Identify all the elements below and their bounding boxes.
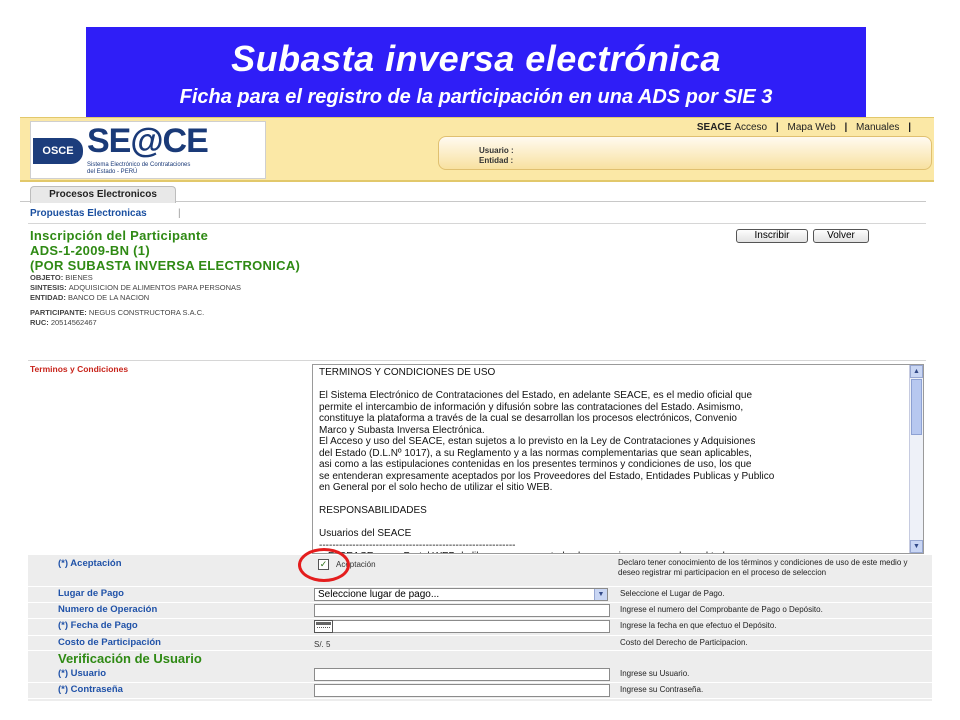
divider: [28, 223, 926, 224]
entidad-label: Entidad :: [479, 156, 514, 165]
user-info-box: Usuario : Entidad :: [438, 136, 932, 170]
process-type: (POR SUBASTA INVERSA ELECTRONICA): [30, 258, 301, 273]
terms-textarea[interactable]: TERMINOS Y CONDICIONES DE USO El Sistema…: [312, 364, 924, 554]
fecha-pago-input[interactable]: [314, 620, 610, 633]
terms-scrollbar[interactable]: ▲ ▼: [909, 365, 923, 553]
aceptacion-help: Declaro tener conocimiento de los términ…: [618, 558, 908, 577]
costo-value: S/. 5: [314, 640, 331, 649]
lugar-pago-select[interactable]: Seleccione lugar de pago... ▼: [314, 588, 608, 601]
aceptacion-label: (*) Aceptación: [58, 558, 122, 569]
lugar-pago-label: Lugar de Pago: [58, 588, 124, 599]
sintesis-line: SINTESIS: ADQUISICION DE ALIMENTOS PARA …: [30, 283, 242, 292]
scroll-down-icon[interactable]: ▼: [910, 540, 923, 553]
numero-operacion-help: Ingrese el numero del Comprobante de Pag…: [620, 605, 823, 614]
tab-procesos-electronicos[interactable]: Procesos Electronicos: [30, 186, 176, 203]
link-separator: |: [775, 122, 779, 133]
usuario-label: Usuario :: [479, 146, 514, 155]
slide-subtitle: Ficha para el registro de la participaci…: [179, 86, 773, 108]
link-separator: |: [908, 122, 911, 133]
ruc-line: RUC: 20514562467: [30, 318, 97, 327]
row-contrasena: (*) Contraseña Ingrese su Contraseña.: [28, 683, 932, 699]
fecha-pago-label: (*) Fecha de Pago: [58, 620, 138, 631]
row-lugar-pago: Lugar de Pago Seleccione lugar de pago..…: [28, 587, 932, 603]
highlight-circle: [298, 548, 350, 582]
seace-logo-caption: Sistema Electrónico de Contrataciones de…: [87, 162, 191, 175]
row-usuario: (*) Usuario Ingrese su Usuario.: [28, 667, 932, 683]
link-separator: |: [844, 122, 848, 133]
fecha-pago-help: Ingrese la fecha en que efectuo el Depós…: [620, 621, 777, 630]
row-numero-operacion: Numero de Operación Ingrese el numero de…: [28, 603, 932, 619]
numero-operacion-label: Numero de Operación: [58, 604, 158, 615]
row-costo: Costo de Participación Costo del Derecho…: [28, 636, 932, 651]
participante-line: PARTICIPANTE: NEGUS CONSTRUCTORA S.A.C.: [30, 308, 205, 317]
subnav-propuestas-electronicas[interactable]: Propuestas Electronicas: [30, 208, 147, 219]
slide: Subasta inversa electrónica Ficha para e…: [0, 0, 960, 720]
process-code: ADS-1-2009-BN (1): [30, 243, 150, 258]
top-links: SEACE Acceso | Mapa Web | Manuales |: [694, 122, 914, 133]
contrasena-label: (*) Contraseña: [58, 684, 123, 695]
chevron-down-icon[interactable]: ▼: [594, 589, 607, 600]
verificacion-heading: Verificación de Usuario: [58, 651, 202, 666]
osce-logo-badge: OSCE: [33, 138, 83, 164]
contrasena-help: Ingrese su Contraseña.: [620, 685, 704, 694]
row-fecha-pago: (*) Fecha de Pago Ingrese la fecha en qu…: [28, 619, 932, 636]
numero-operacion-input[interactable]: [314, 604, 610, 617]
subnav-separator: |: [178, 208, 181, 219]
scroll-thumb[interactable]: [911, 379, 922, 435]
row-aceptacion: (*) Aceptación Declaro tener conocimient…: [28, 555, 932, 587]
costo-help: Costo del Derecho de Participacion.: [620, 638, 748, 647]
terms-label: Terminos y Condiciones: [30, 364, 129, 374]
link-mapa-web[interactable]: Mapa Web: [787, 122, 835, 133]
slide-title: Subasta inversa electrónica: [231, 38, 721, 79]
scroll-up-icon[interactable]: ▲: [910, 365, 923, 378]
page-title: Inscripción del Participante: [30, 228, 209, 243]
inscribir-button[interactable]: Inscribir: [736, 229, 808, 243]
entidad-line: ENTIDAD: BANCO DE LA NACION: [30, 293, 150, 302]
seace-logo-brand: SE@CE: [87, 122, 209, 160]
contrasena-input[interactable]: [314, 684, 610, 697]
usuario-input[interactable]: [314, 668, 610, 681]
lugar-pago-help: Seleccione el Lugar de Pago.: [620, 589, 725, 598]
terms-text: TERMINOS Y CONDICIONES DE USO El Sistema…: [319, 367, 775, 553]
link-acceso[interactable]: Acceso: [734, 122, 767, 133]
link-manuales[interactable]: Manuales: [856, 122, 899, 133]
seace-logo[interactable]: OSCE SE@CE Sistema Electrónico de Contra…: [30, 121, 266, 179]
usuario-help: Ingrese su Usuario.: [620, 669, 690, 678]
link-seace: SEACE: [696, 122, 732, 133]
seace-header: OSCE SE@CE Sistema Electrónico de Contra…: [20, 117, 934, 182]
divider: [28, 360, 926, 361]
calendar-icon[interactable]: [314, 620, 333, 633]
objeto-line: OBJETO: BIENES: [30, 273, 93, 282]
tab-bar: Procesos Electronicos: [20, 182, 926, 203]
slide-banner: Subasta inversa electrónica Ficha para e…: [86, 27, 866, 117]
usuario-field-label: (*) Usuario: [58, 668, 107, 679]
volver-button[interactable]: Volver: [813, 229, 869, 243]
costo-label: Costo de Participación: [58, 637, 161, 648]
